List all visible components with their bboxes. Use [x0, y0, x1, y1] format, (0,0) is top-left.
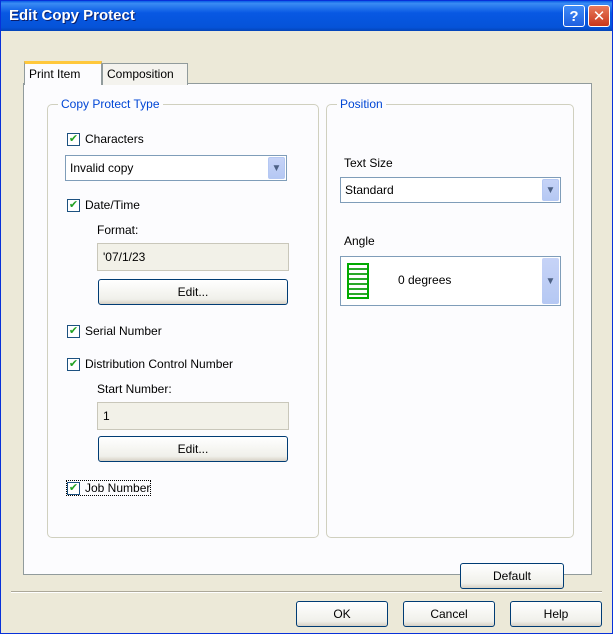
format-value: '07/1/23 [103, 250, 146, 264]
tab-composition-label: Composition [107, 67, 174, 81]
format-label: Format: [97, 223, 139, 237]
tab-print-item[interactable]: Print Item [24, 61, 102, 85]
ok-button-label: OK [333, 607, 351, 621]
edit-start-number-button-label: Edit... [177, 442, 209, 456]
distribution-checkbox[interactable]: Distribution Control Number [67, 357, 233, 371]
page-orientation-icon [347, 263, 369, 299]
job-number-check-icon [67, 481, 80, 495]
help-button-label: Help [543, 607, 569, 621]
text-size-label: Text Size [344, 156, 393, 170]
format-field: '07/1/23 [97, 243, 289, 271]
angle-label: Angle [344, 234, 375, 248]
text-size-select[interactable]: Standard ▼ [340, 177, 561, 203]
close-button[interactable]: ✕ [588, 5, 610, 27]
start-number-label: Start Number: [97, 382, 172, 396]
serial-number-checkbox[interactable]: Serial Number [67, 324, 162, 338]
help-button[interactable]: Help [510, 601, 602, 627]
cancel-button-label: Cancel [430, 607, 468, 621]
characters-select[interactable]: Invalid copy ▼ [65, 155, 287, 181]
close-icon: ✕ [592, 8, 606, 25]
chevron-down-icon[interactable]: ▼ [542, 179, 559, 201]
datetime-check-icon [67, 198, 80, 212]
chevron-down-icon[interactable]: ▼ [542, 258, 559, 304]
default-button-label: Default [492, 569, 532, 583]
edit-start-number-button[interactable]: Edit... [98, 436, 288, 462]
characters-check-icon [67, 132, 80, 146]
ok-button[interactable]: OK [296, 601, 388, 627]
window-title: Edit Copy Protect [9, 7, 135, 24]
angle-select[interactable]: 0 degrees ▼ [340, 256, 561, 306]
serial-number-label: Serial Number [85, 324, 162, 338]
position-legend: Position [337, 97, 386, 111]
characters-label: Characters [85, 132, 144, 146]
characters-checkbox[interactable]: Characters [67, 132, 144, 146]
text-size-select-value: Standard [345, 183, 394, 197]
serial-number-check-icon [67, 324, 80, 338]
footer-separator [11, 591, 602, 593]
angle-select-value: 0 degrees [398, 273, 452, 287]
cancel-button[interactable]: Cancel [403, 601, 495, 627]
job-number-label: Job Number [85, 481, 151, 495]
question-icon: ? [569, 7, 579, 25]
help-title-button[interactable]: ? [563, 5, 585, 27]
distribution-label: Distribution Control Number [85, 357, 234, 371]
job-number-checkbox[interactable]: Job Number [65, 480, 152, 496]
edit-format-button-label: Edit... [177, 285, 209, 299]
distribution-check-icon [67, 357, 80, 371]
start-number-field: 1 [97, 402, 289, 430]
edit-format-button[interactable]: Edit... [98, 279, 288, 305]
copy-protect-type-legend: Copy Protect Type [58, 97, 163, 111]
title-bar[interactable]: Edit Copy Protect ? ✕ [1, 1, 612, 31]
datetime-label: Date/Time [85, 198, 140, 212]
start-number-value: 1 [103, 409, 110, 423]
edit-copy-protect-dialog: Edit Copy Protect ? ✕ Copy Protect Type … [0, 0, 613, 634]
tab-composition[interactable]: Composition [102, 63, 188, 85]
chevron-down-icon[interactable]: ▼ [268, 157, 285, 179]
datetime-checkbox[interactable]: Date/Time [67, 198, 140, 212]
characters-select-value: Invalid copy [70, 161, 134, 175]
default-button[interactable]: Default [460, 563, 564, 589]
tab-print-item-label: Print Item [29, 67, 81, 81]
